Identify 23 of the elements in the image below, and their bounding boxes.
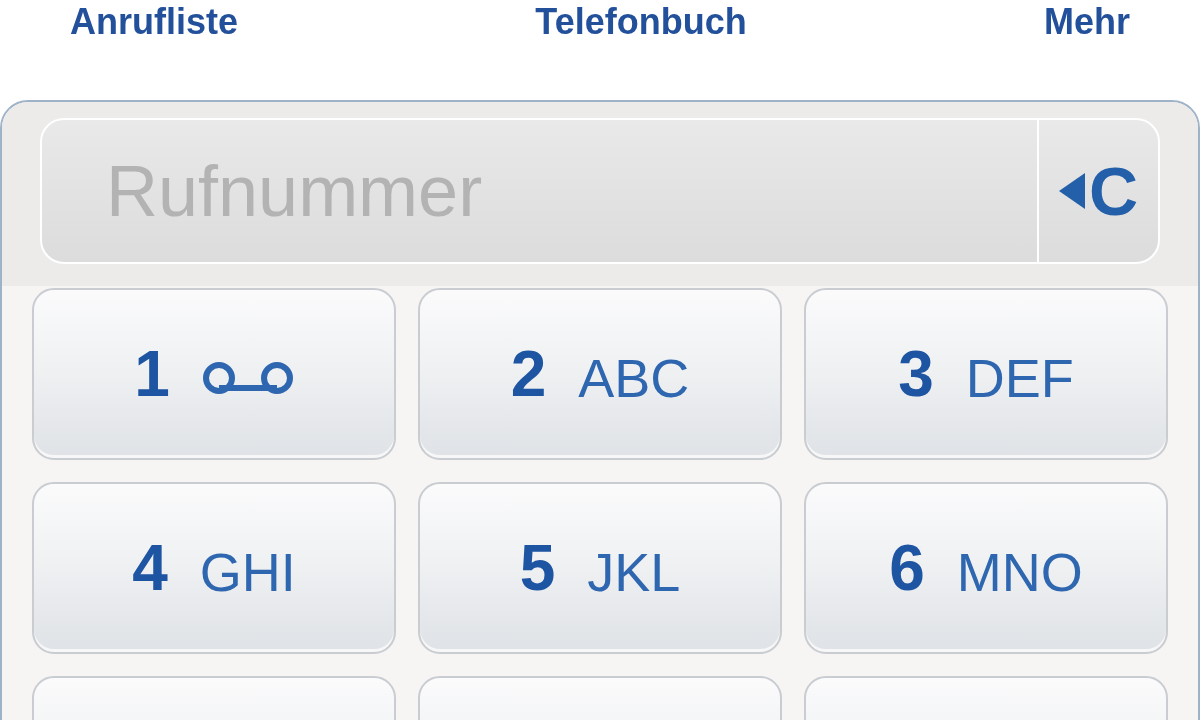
key-digit: 3 xyxy=(898,342,934,406)
tab[interactable]: Anrufliste xyxy=(62,0,246,40)
tab[interactable]: Mehr xyxy=(1035,0,1138,40)
clear-button[interactable]: C xyxy=(1037,120,1158,262)
key-digit: 5 xyxy=(519,536,556,600)
voicemail-icon xyxy=(201,360,294,396)
key-letters: GHI xyxy=(199,545,296,599)
tab[interactable]: Telefonbuch xyxy=(527,0,755,40)
key-digit: 4 xyxy=(132,536,168,600)
key-digit: 6 xyxy=(889,536,925,600)
keypad-key[interactable]: 5 JKL xyxy=(418,482,782,654)
key-letters: DEF xyxy=(965,351,1074,405)
key-digit: 1 xyxy=(134,342,170,406)
key-letters: ABC xyxy=(578,351,690,405)
key-digit: 2 xyxy=(510,342,547,406)
key-letters: MNO xyxy=(956,545,1083,599)
keypad-key[interactable]: 1 xyxy=(32,288,396,460)
key-letters: JKL xyxy=(587,545,681,599)
keypad-key[interactable]: 2 ABC xyxy=(418,288,782,460)
keypad-key[interactable]: 6 MNO xyxy=(804,482,1168,654)
keypad-key[interactable]: 3 DEF xyxy=(804,288,1168,460)
backspace-triangle-icon xyxy=(1058,173,1085,209)
keypad-key[interactable]: 4 GHI xyxy=(32,482,396,654)
